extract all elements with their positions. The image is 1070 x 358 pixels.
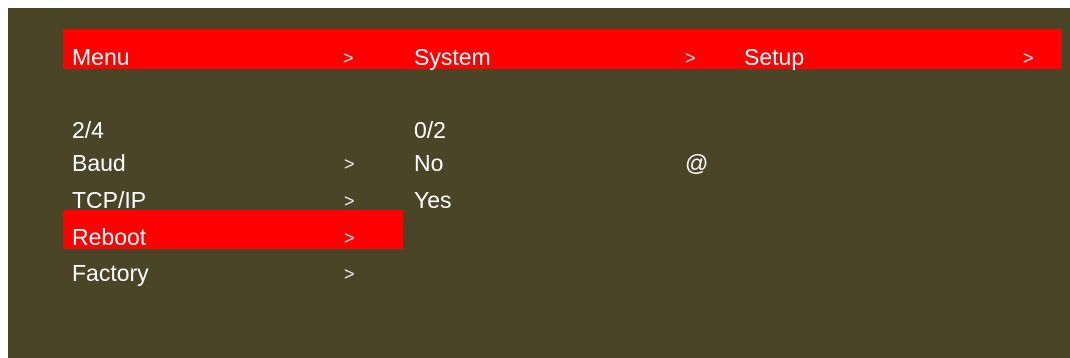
option-yes[interactable]: Yes — [414, 186, 452, 214]
breadcrumb-separator: > — [1023, 48, 1034, 68]
breadcrumb-item-setup[interactable]: Setup — [744, 43, 804, 71]
menu-item-baud[interactable]: Baud — [72, 149, 126, 177]
right-page-indicator: 0/2 — [414, 117, 446, 143]
breadcrumb — [63, 29, 1062, 69]
chevron-right-icon: > — [344, 154, 355, 174]
option-no[interactable]: No — [414, 149, 443, 177]
menu-item-reboot[interactable]: Reboot — [72, 223, 146, 251]
chevron-right-icon: > — [344, 264, 355, 284]
breadcrumb-item-menu[interactable]: Menu — [72, 43, 130, 71]
breadcrumb-separator: > — [685, 48, 696, 68]
breadcrumb-separator: > — [343, 48, 354, 68]
chevron-right-icon: > — [344, 228, 355, 248]
current-value-marker: @ — [685, 150, 709, 176]
breadcrumb-item-system[interactable]: System — [414, 43, 491, 71]
left-page-indicator: 2/4 — [72, 117, 104, 143]
menu-item-factory[interactable]: Factory — [72, 259, 149, 287]
